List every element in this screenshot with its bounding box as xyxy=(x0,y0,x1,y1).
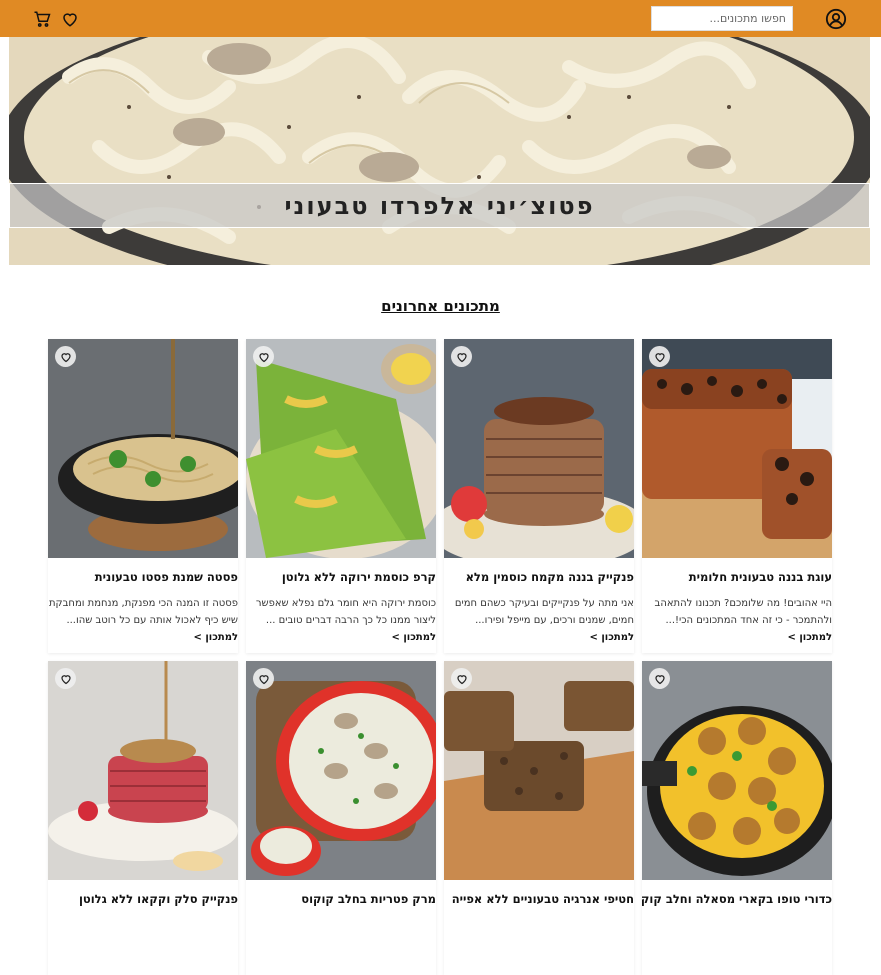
heart-icon[interactable] xyxy=(253,668,274,689)
heart-icon[interactable] xyxy=(649,346,670,367)
read-more-link[interactable]: למתכון > xyxy=(193,632,238,643)
heart-icon[interactable] xyxy=(55,668,76,689)
recipe-card[interactable]: חטיפי אנרגיה טבעוניים ללא אפייה xyxy=(444,661,634,975)
heart-icon[interactable] xyxy=(451,346,472,367)
hero-image xyxy=(9,37,870,265)
heart-icon[interactable] xyxy=(55,346,76,367)
heart-icon[interactable] xyxy=(649,668,670,689)
recipe-image[interactable] xyxy=(48,339,238,558)
recipe-description: אני מתה על פנקייקים ובעיקר כשהם חמים חמי… xyxy=(444,595,634,646)
recipe-card[interactable]: פנקייק בננה מקמח כוסמין מלא אני מתה על פ… xyxy=(444,339,634,653)
recipe-excerpt: היי אהובים! מה שלומכם? תכנונו להתאהב ולה… xyxy=(654,598,832,626)
read-more-link[interactable]: למתכון > xyxy=(391,632,436,643)
recipe-description: היי אהובים! מה שלומכם? תכנונו להתאהב ולה… xyxy=(642,595,832,646)
recipe-title[interactable]: עוגת בננה טבעונית חלומית xyxy=(642,570,832,584)
heart-icon[interactable] xyxy=(58,7,82,31)
heart-icon[interactable] xyxy=(253,346,274,367)
recipe-title[interactable]: פסטה שמנת פסטו טבעונית xyxy=(48,570,238,584)
recipe-image[interactable] xyxy=(642,339,832,558)
recipe-title[interactable]: קרפ כוסמת ירוקה ללא גלוטן xyxy=(246,570,436,584)
recipe-title[interactable]: פנקייק בננה מקמח כוסמין מלא xyxy=(444,570,634,584)
recipe-title[interactable]: כדורי טופו בקארי מסאלה וחלב קוקוס xyxy=(642,892,832,906)
recipe-excerpt: כוסמת ירוקה היא חומר גלם נפלא שאפשר ליצו… xyxy=(255,598,436,626)
recipe-description: פסטה זו המנה הכי מפנקת, מנחמת ומחבקת שיש… xyxy=(48,595,238,646)
recipe-image[interactable] xyxy=(642,661,832,880)
cart-icon[interactable] xyxy=(30,7,54,31)
read-more-link[interactable]: למתכון > xyxy=(787,632,832,643)
recipe-image[interactable] xyxy=(246,661,436,880)
recipe-card[interactable]: קרפ כוסמת ירוקה ללא גלוטן כוסמת ירוקה הי… xyxy=(246,339,436,653)
latest-recipes-title: מתכונים אחרונים xyxy=(381,297,500,315)
recipe-image[interactable] xyxy=(48,661,238,880)
recipe-description: כוסמת ירוקה היא חומר גלם נפלא שאפשר ליצו… xyxy=(246,595,436,646)
hero-title: פטוצ׳יני אלפרדו טבעוני xyxy=(284,191,595,220)
hero-title-banner: פטוצ׳יני אלפרדו טבעוני xyxy=(9,183,870,228)
heart-icon[interactable] xyxy=(451,668,472,689)
search-input[interactable] xyxy=(651,6,793,31)
recipe-card[interactable]: כדורי טופו בקארי מסאלה וחלב קוקוס xyxy=(642,661,832,975)
recipe-image[interactable] xyxy=(444,661,634,880)
recipe-excerpt: פסטה זו המנה הכי מפנקת, מנחמת ומחבקת שיש… xyxy=(48,598,238,626)
recipe-excerpt: אני מתה על פנקייקים ובעיקר כשהם חמים חמי… xyxy=(454,598,634,626)
recipe-image[interactable] xyxy=(246,339,436,558)
recipe-title[interactable]: מרק פטריות בחלב קוקוס xyxy=(246,892,436,906)
recipe-image[interactable] xyxy=(444,339,634,558)
read-more-link[interactable]: למתכון > xyxy=(589,632,634,643)
recipe-card[interactable]: מרק פטריות בחלב קוקוס xyxy=(246,661,436,975)
recipe-card[interactable]: עוגת בננה טבעונית חלומית היי אהובים! מה … xyxy=(642,339,832,653)
recipe-card[interactable]: פנקייק סלק וקקאו ללא גלוטן xyxy=(48,661,238,975)
recipe-card[interactable]: פסטה שמנת פסטו טבעונית פסטה זו המנה הכי … xyxy=(48,339,238,653)
hero-banner[interactable]: פטוצ׳יני אלפרדו טבעוני xyxy=(9,37,870,265)
user-icon[interactable] xyxy=(824,7,848,31)
top-navbar xyxy=(0,0,881,37)
recipe-title[interactable]: חטיפי אנרגיה טבעוניים ללא אפייה xyxy=(444,892,634,906)
recipe-title[interactable]: פנקייק סלק וקקאו ללא גלוטן xyxy=(48,892,238,906)
